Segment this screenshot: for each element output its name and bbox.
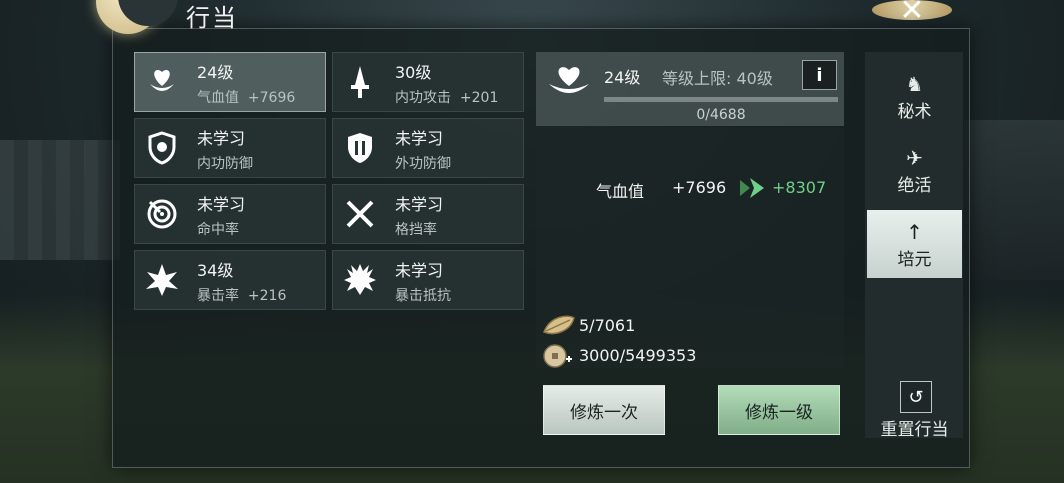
dagger-icon (343, 65, 377, 99)
skill-level: 30级 (395, 63, 432, 82)
info-button[interactable]: i (802, 60, 837, 90)
tab-cultivate[interactable]: ↑ 培元 (867, 210, 962, 278)
tab-secret-arts[interactable]: ♞ 秘术 (867, 62, 962, 130)
stat-next-value: +8307 (772, 178, 827, 197)
arrow-right-icon (738, 176, 772, 204)
coin-count: 3000/5499353 (579, 346, 697, 365)
tab-label: 绝活 (897, 175, 932, 196)
tab-special-skills[interactable]: ✈ 绝活 (867, 136, 962, 204)
train-once-button[interactable]: 修炼一次 (543, 385, 665, 435)
secret-arts-icon: ♞ (905, 71, 924, 96)
skill-stat: 暴击抵抗 (395, 288, 451, 304)
skill-level: 34级 (197, 261, 234, 280)
reset-button-label[interactable]: 重置行当 (867, 415, 962, 440)
skill-card-crit-resist[interactable]: 未学习 暴击抵抗 (332, 250, 524, 310)
reset-icon[interactable]: ↺ (900, 381, 932, 413)
lotus-icon (145, 65, 179, 99)
lotus-icon (546, 64, 592, 102)
special-skills-icon: ✈ (906, 145, 923, 170)
skill-level: 未学习 (197, 129, 246, 148)
skill-stat: 气血值 +7696 (197, 90, 296, 106)
skill-level: 未学习 (395, 195, 444, 214)
skill-card-inner-defense[interactable]: 未学习 内功防御 (134, 118, 326, 178)
skill-stat: 内功攻击 +201 (395, 90, 499, 106)
skill-card-hit-rate[interactable]: 未学习 命中率 (134, 184, 326, 244)
exp-progress-text: 0/4688 (696, 107, 746, 123)
skill-stat: 命中率 (197, 222, 239, 238)
burst-icon (145, 263, 179, 297)
skill-stat: 格挡率 (395, 222, 437, 238)
outer-shield-icon (343, 131, 377, 165)
spiked-shield-icon (343, 263, 377, 297)
background-building (964, 120, 1064, 280)
window-title: 行当 (186, 4, 238, 32)
skill-level: 未学习 (395, 261, 444, 280)
skill-card-hp[interactable]: 24级 气血值 +7696 (134, 52, 326, 112)
background-wall (0, 140, 120, 260)
material-count: 5/7061 (579, 316, 636, 335)
cultivate-icon: ↑ (906, 219, 923, 244)
exp-progress-bar (604, 97, 838, 102)
close-button[interactable]: ✕ (872, 0, 952, 30)
level-cap: 等级上限: 40级 (662, 69, 773, 88)
skill-card-block-rate[interactable]: 未学习 格挡率 (332, 184, 524, 244)
stat-value: +7696 (672, 178, 727, 197)
tab-label: 秘术 (897, 101, 932, 122)
stat-name: 气血值 (596, 182, 645, 201)
skill-level: 未学习 (197, 195, 246, 214)
skill-stat: 外功防御 (395, 156, 451, 172)
crossed-swords-icon (343, 197, 377, 231)
detail-level: 24级 (604, 68, 641, 87)
target-icon (145, 197, 179, 231)
skill-stat: 暴击率 +216 (197, 288, 287, 304)
train-level-button[interactable]: 修炼一级 (718, 385, 840, 435)
skill-stat: 内功防御 (197, 156, 253, 172)
inner-shield-icon (145, 131, 179, 165)
tab-label: 培元 (897, 249, 932, 270)
skill-level: 24级 (197, 63, 234, 82)
leaf-material-icon (542, 312, 576, 342)
coin-icon (542, 343, 574, 373)
skill-card-inner-attack[interactable]: 30级 内功攻击 +201 (332, 52, 524, 112)
skill-level: 未学习 (395, 129, 444, 148)
close-icon: ✕ (899, 0, 925, 28)
skill-card-outer-defense[interactable]: 未学习 外功防御 (332, 118, 524, 178)
info-icon: i (816, 64, 823, 86)
skill-card-crit-rate[interactable]: 34级 暴击率 +216 (134, 250, 326, 310)
